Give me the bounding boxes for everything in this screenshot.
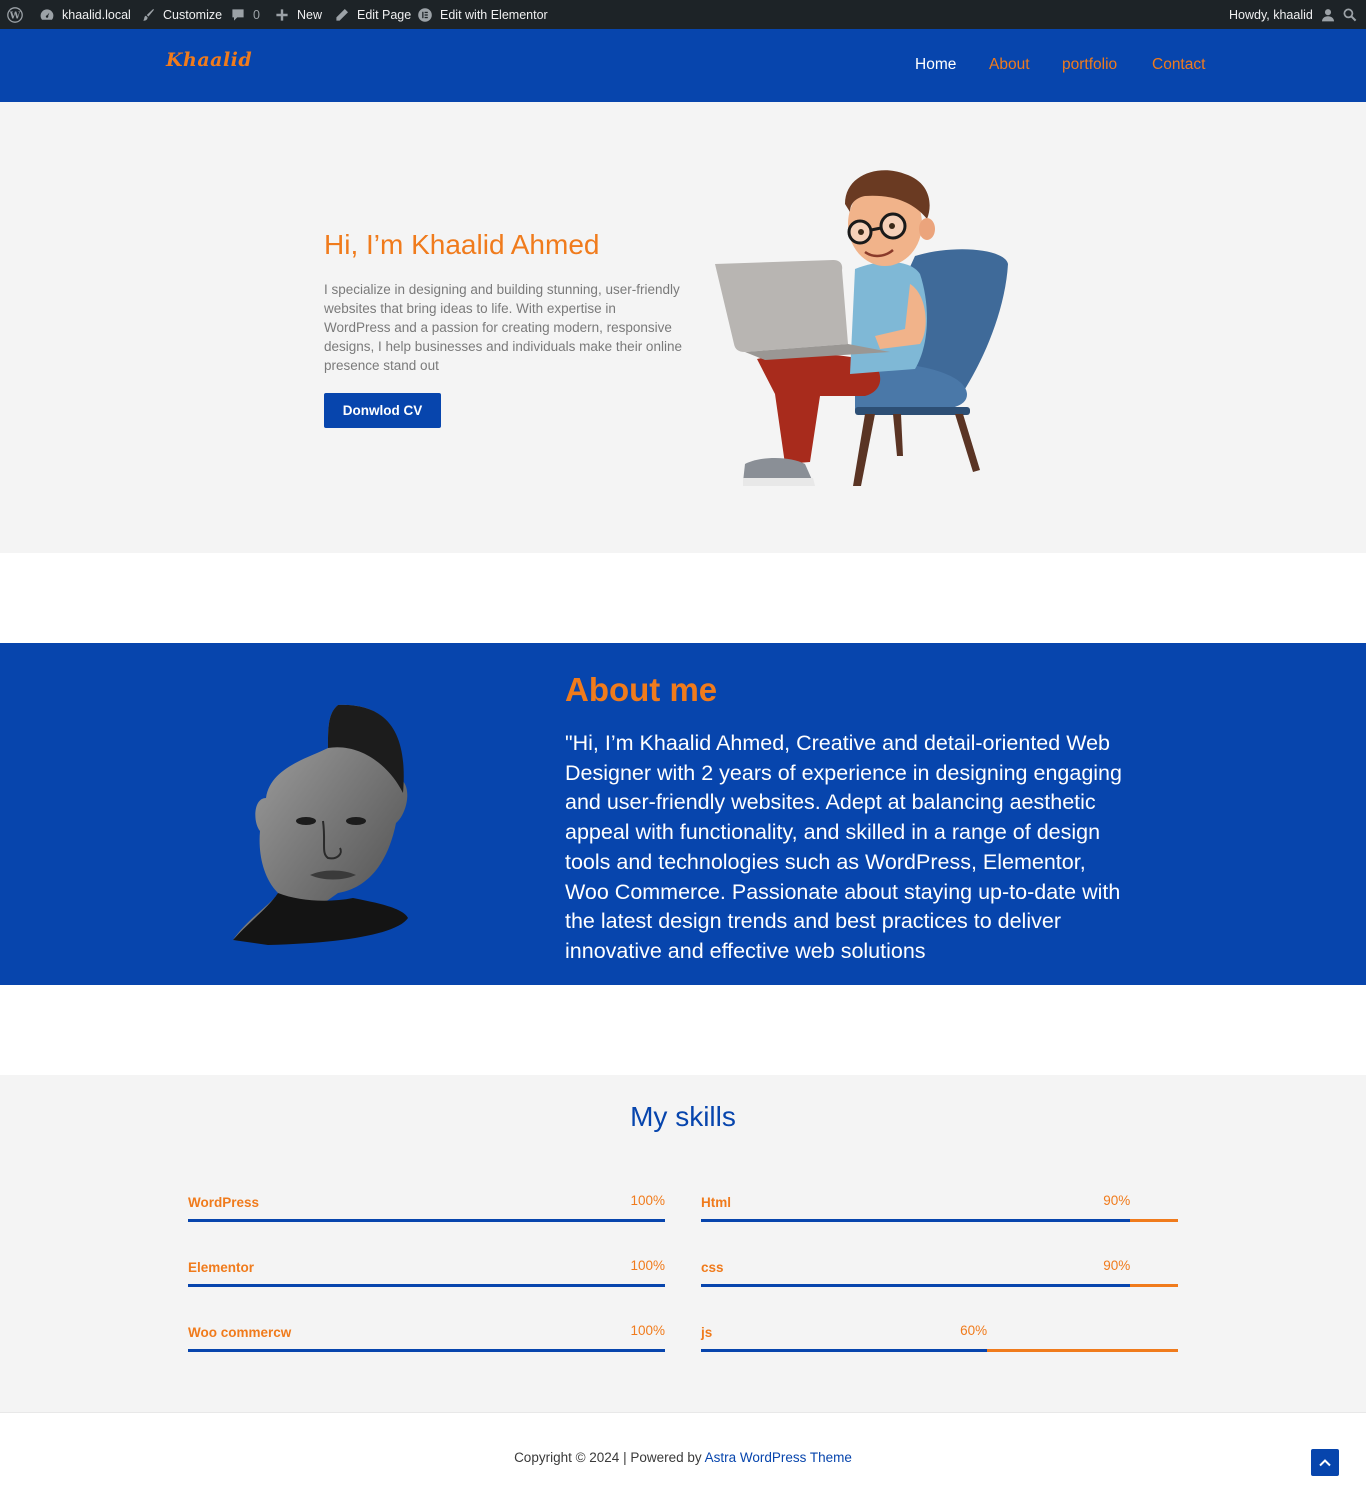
skill-fill bbox=[701, 1219, 1131, 1222]
new-content-link[interactable]: New bbox=[273, 0, 322, 29]
wordpress-icon: W bbox=[6, 6, 24, 24]
skill-track bbox=[188, 1284, 665, 1287]
skill-percent: 90% bbox=[1103, 1258, 1131, 1273]
skill-track bbox=[701, 1219, 1178, 1222]
svg-text:W: W bbox=[9, 10, 21, 21]
hero-title: Hi, I’m Khaalid Ahmed bbox=[324, 229, 600, 260]
skill-name: Woo commercw bbox=[188, 1325, 292, 1340]
site-name-label: khaalid.local bbox=[62, 7, 131, 22]
edit-with-elementor-label: Edit with Elementor bbox=[440, 7, 548, 22]
about-description: "Hi, I’m Khaalid Ahmed, Creative and det… bbox=[565, 731, 1122, 963]
skill-track bbox=[188, 1219, 665, 1222]
edit-page-link[interactable]: Edit Page bbox=[333, 0, 411, 29]
nav-about[interactable]: About bbox=[989, 56, 1030, 76]
skill-bar-css: css 90% bbox=[701, 1258, 1178, 1288]
skill-percent: 90% bbox=[1103, 1193, 1131, 1208]
dashboard-icon bbox=[38, 6, 56, 24]
skill-track bbox=[188, 1349, 665, 1352]
skill-name: js bbox=[701, 1325, 713, 1340]
user-icon bbox=[1319, 6, 1337, 24]
skill-fill bbox=[188, 1284, 665, 1287]
scroll-to-top-button[interactable] bbox=[1311, 1449, 1339, 1476]
skill-name: Elementor bbox=[188, 1260, 255, 1275]
new-label: New bbox=[297, 7, 323, 22]
arrow-up-icon bbox=[1319, 1458, 1331, 1466]
comment-icon bbox=[229, 6, 247, 24]
my-account-link[interactable]: Howdy, khaalid bbox=[1229, 0, 1337, 29]
hero-description: I specialize in designing and building s… bbox=[324, 282, 682, 373]
skill-percent: 100% bbox=[630, 1323, 665, 1338]
skill-track bbox=[701, 1284, 1178, 1287]
site-footer: Copyright © 2024 | Powered by Astra Word… bbox=[0, 1412, 1366, 1504]
hero-illustration bbox=[715, 170, 1008, 486]
nav-portfolio[interactable]: portfolio bbox=[1062, 56, 1117, 76]
comments-count: 0 bbox=[253, 7, 260, 22]
about-title: About me bbox=[565, 671, 718, 708]
skill-percent: 100% bbox=[630, 1258, 665, 1273]
customize-link[interactable]: Customize bbox=[139, 0, 222, 29]
copyright-text: Copyright © 2024 | Powered by bbox=[514, 1450, 705, 1465]
skill-name: Html bbox=[701, 1195, 731, 1210]
nav-contact[interactable]: Contact bbox=[1152, 56, 1205, 76]
nav-home[interactable]: Home bbox=[915, 56, 956, 76]
skill-fill bbox=[701, 1284, 1131, 1287]
footer-copyright: Copyright © 2024 | Powered by Astra Word… bbox=[0, 1450, 1366, 1465]
skill-name: css bbox=[701, 1260, 724, 1275]
search-icon bbox=[1341, 6, 1359, 24]
comments-link[interactable]: 0 bbox=[229, 0, 260, 29]
skill-bar-woocommerce: Woo commercw 100% bbox=[188, 1323, 665, 1353]
skill-bar-js: js 60% bbox=[701, 1323, 1178, 1353]
skill-bar-wordpress: WordPress 100% bbox=[188, 1193, 665, 1223]
wordpress-menu[interactable]: W bbox=[6, 0, 24, 29]
edit-page-label: Edit Page bbox=[357, 7, 412, 22]
skill-percent: 100% bbox=[630, 1193, 665, 1208]
elementor-icon bbox=[416, 6, 434, 24]
pencil-icon bbox=[333, 6, 351, 24]
skill-bar-elementor: Elementor 100% bbox=[188, 1258, 665, 1288]
hero-section: Hi, I’m Khaalid Ahmed I specialize in de… bbox=[0, 102, 1366, 553]
site-name-link[interactable]: khaalid.local bbox=[38, 0, 131, 29]
site-logo[interactable]: Khaalid bbox=[166, 49, 252, 71]
theme-link[interactable]: Astra WordPress Theme bbox=[705, 1450, 852, 1465]
skills-title: My skills bbox=[630, 1101, 736, 1132]
brush-icon bbox=[139, 6, 157, 24]
skill-track bbox=[701, 1349, 1178, 1352]
about-section: About me "Hi, I’m Khaalid Ahmed, Creativ… bbox=[0, 643, 1366, 985]
skill-fill bbox=[188, 1349, 665, 1352]
plus-icon bbox=[273, 6, 291, 24]
skill-fill bbox=[188, 1219, 665, 1222]
skill-fill bbox=[701, 1349, 988, 1352]
profile-photo bbox=[233, 704, 408, 945]
skill-bar-html: Html 90% bbox=[701, 1193, 1178, 1223]
customize-label: Customize bbox=[163, 7, 223, 22]
skill-percent: 60% bbox=[960, 1323, 988, 1338]
admin-search-button[interactable] bbox=[1341, 0, 1359, 29]
edit-with-elementor-link[interactable]: Edit with Elementor bbox=[416, 0, 548, 29]
howdy-label: Howdy, khaalid bbox=[1229, 7, 1313, 22]
skill-name: WordPress bbox=[188, 1195, 260, 1210]
download-cv-button[interactable]: Donwlod CV bbox=[324, 393, 441, 428]
admin-bar: W khaalid.local Customize 0 New Edit Pag… bbox=[0, 0, 1366, 29]
skills-section: My skills WordPress 100% Html 90% Elemen… bbox=[0, 1075, 1366, 1412]
site-header: Khaalid Home About portfolio Contact bbox=[0, 29, 1366, 102]
